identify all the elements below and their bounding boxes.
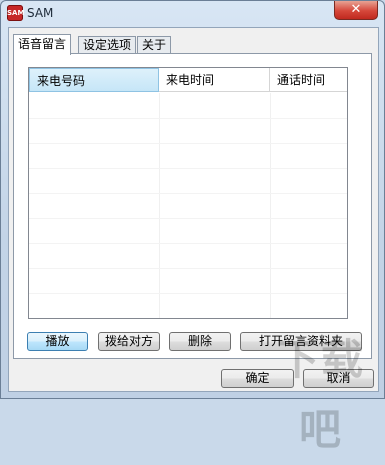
row-divider [29, 193, 347, 194]
column-divider [159, 93, 160, 318]
row-divider [29, 118, 347, 119]
list-header: 来电号码 来电时间 通话时间 [29, 68, 347, 93]
open-message-folder-button[interactable]: 打开留言资料夹 [240, 332, 362, 351]
row-divider [29, 143, 347, 144]
close-icon: ✕ [350, 2, 362, 17]
column-header-call-time[interactable]: 来电时间 [159, 68, 270, 92]
tab-settings[interactable]: 设定选项 [78, 36, 137, 54]
close-window-button[interactable]: ✕ [334, 1, 378, 20]
row-divider [29, 293, 347, 294]
row-divider [29, 218, 347, 219]
dialog-client-area: 语音留言 设定选项 关于 来电号码 来电时间 通话时间 播放 拨给对方 删除 打… [8, 27, 379, 392]
row-divider [29, 243, 347, 244]
voice-messages-panel: 来电号码 来电时间 通话时间 播放 拨给对方 删除 打开留言资料夹 [13, 53, 372, 359]
row-divider [29, 168, 347, 169]
title-bar[interactable]: SAM SAM ✕ [1, 1, 384, 27]
tab-voice-messages[interactable]: 语音留言 [13, 34, 72, 55]
messages-list[interactable]: 来电号码 来电时间 通话时间 [28, 67, 348, 319]
dial-back-button[interactable]: 拨给对方 [98, 332, 160, 351]
column-header-call-duration[interactable]: 通话时间 [270, 68, 347, 92]
cancel-button[interactable]: 取消 [303, 369, 374, 388]
row-divider [29, 268, 347, 269]
column-header-caller-number[interactable]: 来电号码 [29, 68, 159, 92]
app-logo-icon: SAM [7, 5, 24, 21]
play-button[interactable]: 播放 [27, 332, 88, 351]
column-divider [270, 93, 271, 318]
ok-button[interactable]: 确定 [221, 369, 294, 388]
application-window: SAM SAM ✕ 语音留言 设定选项 关于 来电号码 来电时间 通话时间 播放… [0, 0, 385, 399]
window-title: SAM [27, 6, 54, 20]
delete-button[interactable]: 删除 [169, 332, 231, 351]
tab-about[interactable]: 关于 [137, 36, 172, 54]
